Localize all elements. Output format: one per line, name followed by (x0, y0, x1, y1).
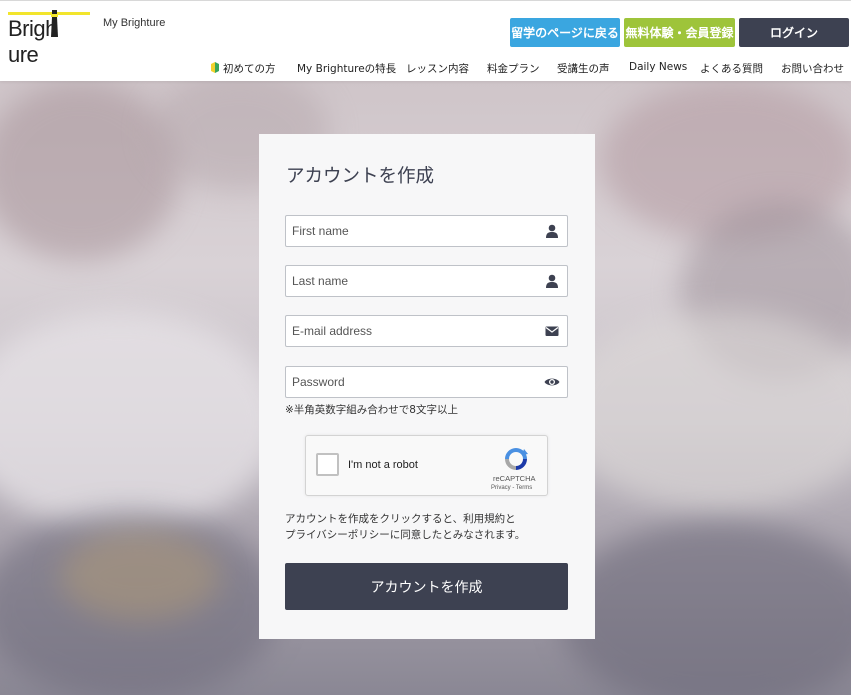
form-title: アカウントを作成 (286, 166, 435, 187)
terms-line-2: プライバシーポリシーに同意したとみなされます。 (285, 529, 526, 541)
first-name-input[interactable] (286, 216, 536, 246)
terms-line-1: アカウントを作成をクリックすると、利用規約と (285, 513, 516, 525)
login-button[interactable]: ログイン (739, 18, 849, 47)
nav-item-pricing[interactable]: 料金プラン (487, 61, 540, 76)
lighthouse-icon (51, 10, 58, 37)
recaptcha-links[interactable]: Privacy - Terms (491, 485, 532, 491)
terms-notice: アカウントを作成をクリックすると、利用規約と プライバシーポリシーに同意したとみ… (285, 511, 575, 543)
last-name-field[interactable] (285, 265, 568, 297)
nav-item-contact[interactable]: お問い合わせ (781, 61, 844, 76)
brighture-logo[interactable]: Brigh ure (8, 10, 92, 67)
site-header: Brigh ure My Brighture 留学のページに戻る 無料体験・会員… (0, 0, 851, 81)
recaptcha-brand: reCAPTCHA (493, 474, 536, 483)
signup-card: アカウントを作成 ※半角英数字組み合わせで8文字以上 I'm no (259, 134, 595, 639)
recaptcha-label: I'm not a robot (348, 459, 418, 471)
nav-item-beginners[interactable]: 初めての方 (211, 61, 276, 76)
user-icon (546, 224, 558, 238)
logo-accent-bar (8, 12, 90, 15)
recaptcha-logo-icon (505, 448, 528, 470)
sub-brand: My Brighture (103, 17, 166, 29)
nav-item-testimonials[interactable]: 受講生の声 (557, 61, 610, 76)
nav-item-lessons[interactable]: レッスン内容 (406, 61, 469, 76)
password-input[interactable] (286, 367, 536, 397)
eye-icon[interactable] (544, 375, 560, 389)
nav-item-features[interactable]: My Brightureの特長 (297, 61, 396, 76)
study-abroad-button[interactable]: 留学のページに戻る (510, 18, 620, 47)
nav-item-daily-news[interactable]: Daily News (629, 61, 687, 73)
user-icon (546, 274, 558, 288)
recaptcha-widget: I'm not a robot reCAPTCHA Privacy - Term… (305, 435, 548, 496)
last-name-input[interactable] (286, 266, 536, 296)
beginner-mark-icon (211, 62, 219, 73)
password-field[interactable] (285, 366, 568, 398)
free-trial-button[interactable]: 無料体験・会員登録 (624, 18, 735, 47)
password-hint: ※半角英数字組み合わせで8文字以上 (285, 404, 458, 416)
first-name-field[interactable] (285, 215, 568, 247)
nav-item-faq[interactable]: よくある質問 (700, 61, 763, 76)
email-field[interactable] (285, 315, 568, 347)
main-nav: 初めての方 My Brightureの特長 レッスン内容 料金プラン 受講生の声… (0, 61, 851, 75)
create-account-button[interactable]: アカウントを作成 (285, 563, 568, 610)
email-input[interactable] (286, 316, 536, 346)
recaptcha-checkbox[interactable] (316, 453, 339, 476)
nav-label: 初めての方 (223, 63, 276, 75)
envelope-icon (545, 326, 559, 336)
